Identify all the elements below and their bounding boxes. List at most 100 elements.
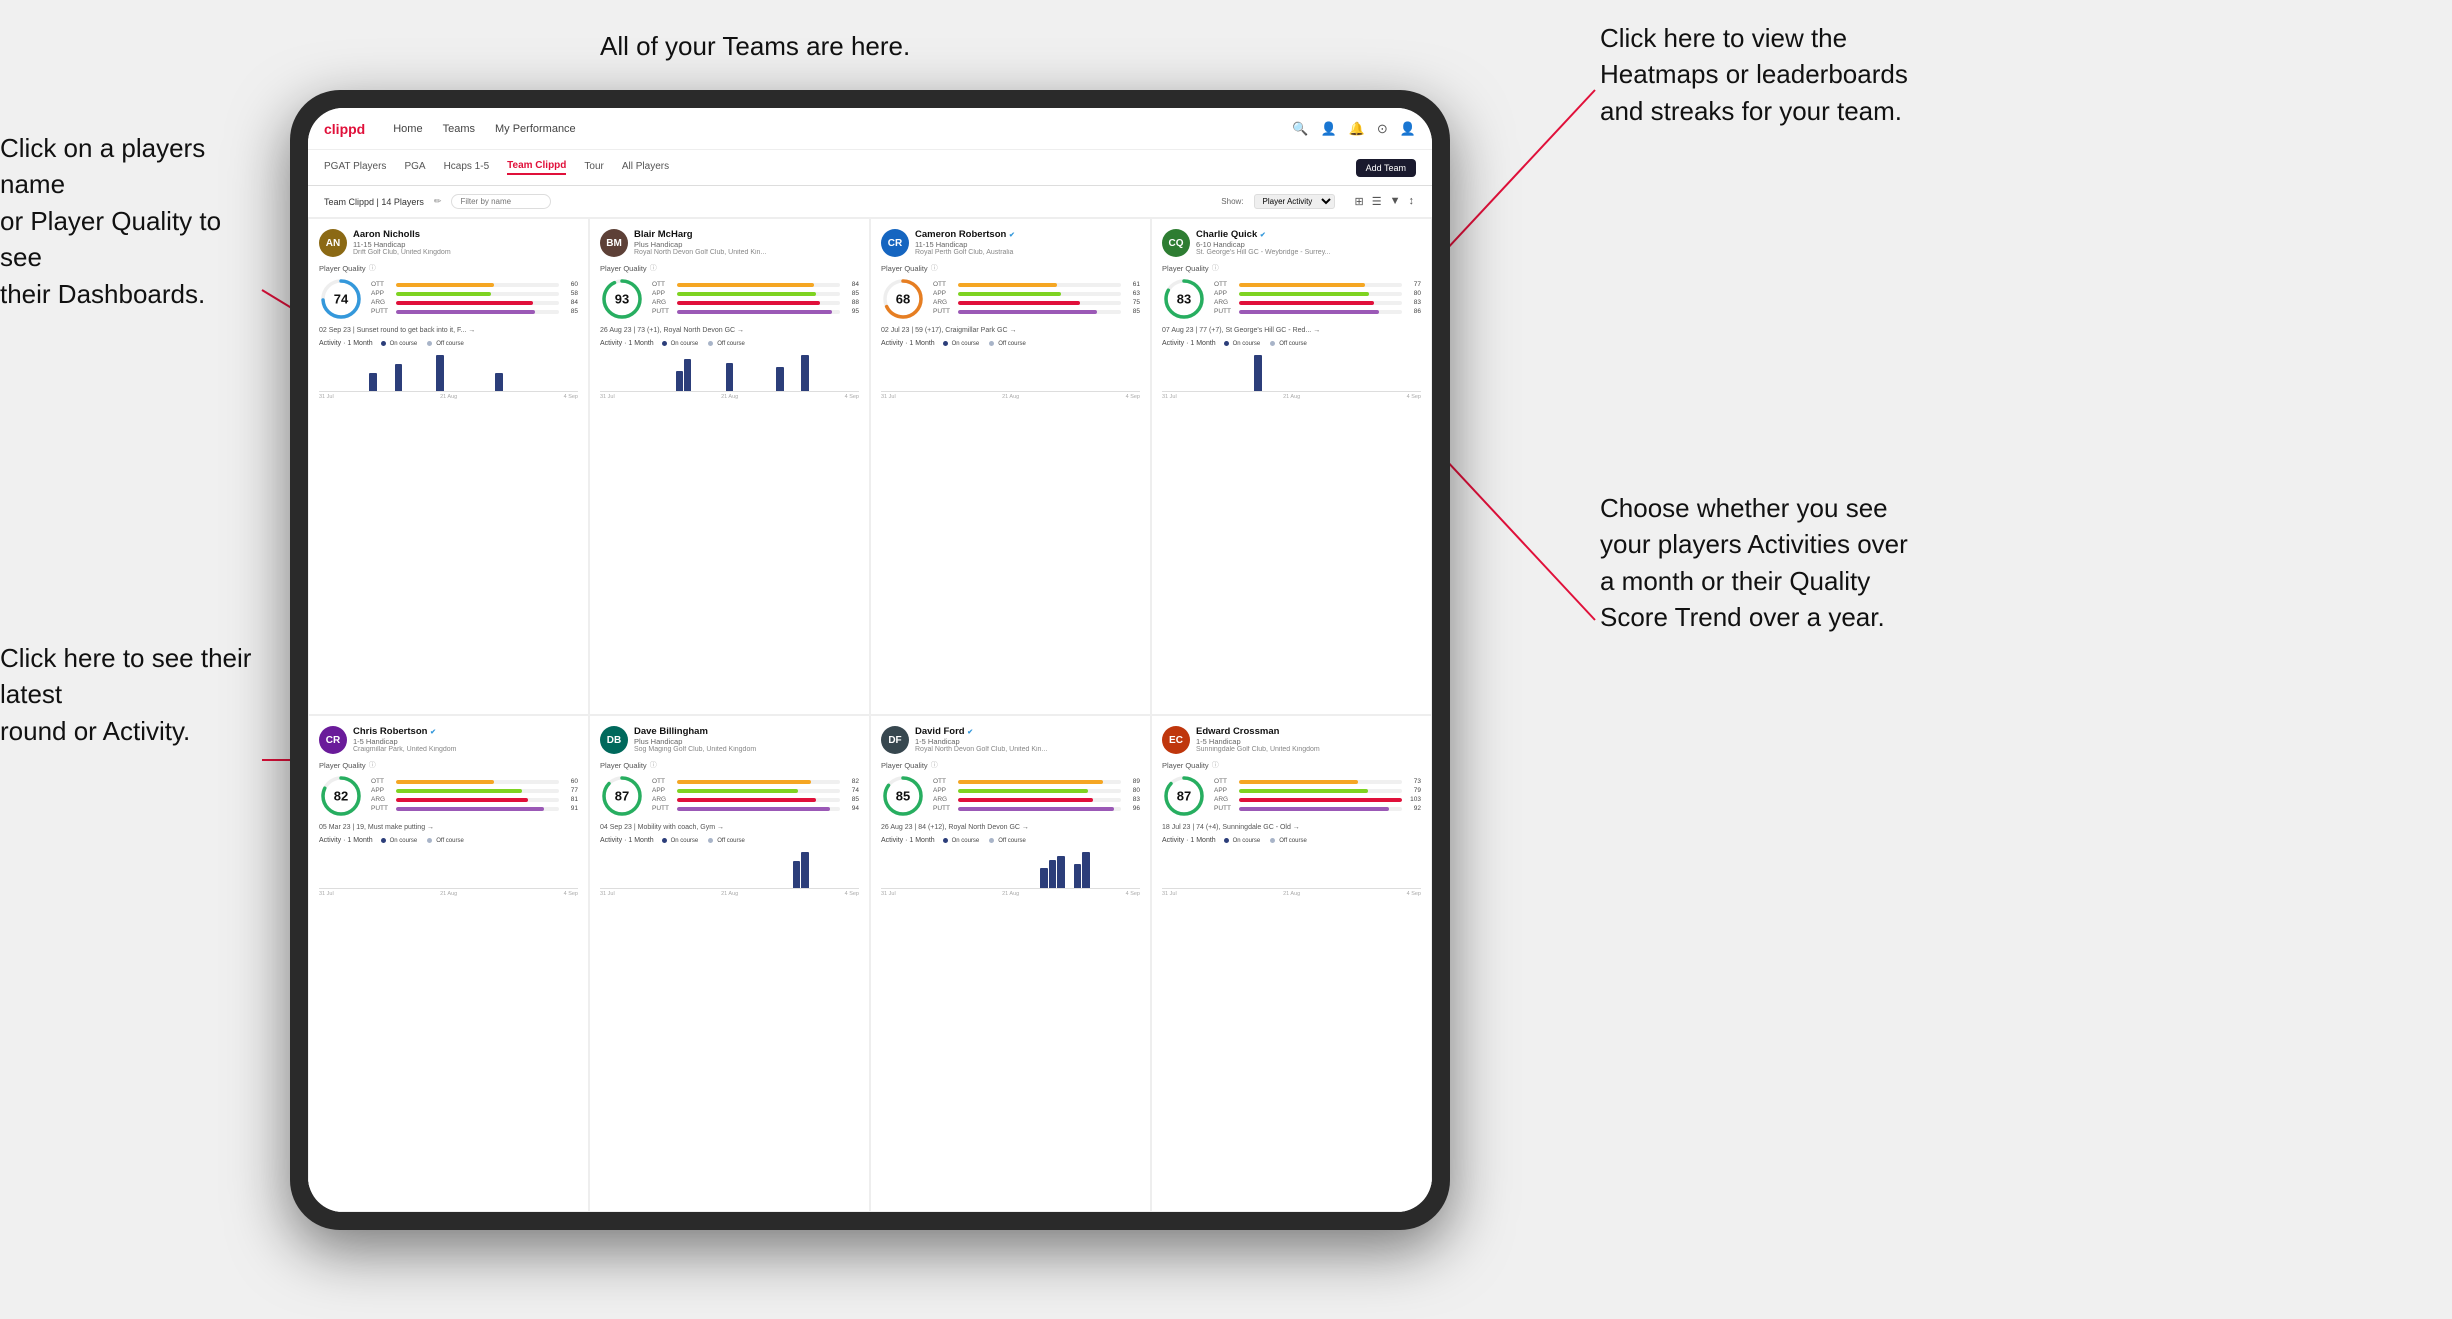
add-team-button[interactable]: Add Team (1356, 159, 1416, 177)
chart-label-end: 4 Sep (1126, 394, 1140, 400)
chart-bar (726, 363, 733, 391)
on-course-label: On course (671, 341, 699, 347)
recent-round[interactable]: 02 Jul 23 | 59 (+17), Craigmillar Park G… (881, 327, 1140, 334)
quality-section[interactable]: 82 OTT 60 APP 77 ARG 81 PUTT (319, 774, 578, 818)
stat-bar-bg (396, 292, 559, 296)
quality-section[interactable]: 87 OTT 73 APP 79 ARG 103 PUTT (1162, 774, 1421, 818)
list-view-icon[interactable]: ☰ (1370, 193, 1384, 210)
recent-round[interactable]: 18 Jul 23 | 74 (+4), Sunningdale GC - Ol… (1162, 824, 1421, 831)
player-club: Sunningdale Golf Club, United Kingdom (1196, 746, 1421, 753)
score-circle[interactable]: 82 (319, 774, 363, 818)
nav-home[interactable]: Home (393, 123, 422, 135)
stat-value: 80 (1405, 290, 1421, 297)
bell-icon[interactable]: 🔔 (1349, 121, 1365, 137)
recent-round[interactable]: 26 Aug 23 | 84 (+12), Royal North Devon … (881, 824, 1140, 831)
quality-label: Player Quality ⓘ (319, 760, 578, 770)
off-course-label: Off course (1279, 838, 1307, 844)
quality-section[interactable]: 74 OTT 60 APP 58 ARG 84 PUTT (319, 277, 578, 321)
nav-performance[interactable]: My Performance (495, 123, 576, 135)
player-card[interactable]: BM Blair McHarg Plus Handicap Royal Nort… (589, 218, 870, 715)
avatar: CR (319, 726, 347, 754)
stat-label: OTT (1214, 778, 1236, 785)
score-circle[interactable]: 68 (881, 277, 925, 321)
chart-label-start: 31 Jul (600, 394, 615, 400)
player-name[interactable]: Charlie Quick ✔ (1196, 229, 1421, 240)
stat-row-putt: PUTT 86 (1214, 308, 1421, 315)
recent-round[interactable]: 26 Aug 23 | 73 (+1), Royal North Devon G… (600, 327, 859, 334)
tab-team-clippd[interactable]: Team Clippd (507, 160, 566, 175)
player-card[interactable]: CQ Charlie Quick ✔ 6-10 Handicap St. Geo… (1151, 218, 1432, 715)
player-card[interactable]: CR Chris Robertson ✔ 1-5 Handicap Craigm… (308, 715, 589, 1212)
player-card[interactable]: AN Aaron Nicholls 11-15 Handicap Drift G… (308, 218, 589, 715)
score-circle[interactable]: 93 (600, 277, 644, 321)
quality-section[interactable]: 83 OTT 77 APP 80 ARG 83 PUTT (1162, 277, 1421, 321)
quality-section[interactable]: 93 OTT 84 APP 85 ARG 88 PUTT (600, 277, 859, 321)
edit-icon[interactable]: ✏ (434, 196, 442, 207)
player-card[interactable]: DB Dave Billingham Plus Handicap Sog Mag… (589, 715, 870, 1212)
tab-pgat[interactable]: PGAT Players (324, 161, 386, 174)
stat-bar (958, 310, 1097, 314)
stat-row-app: APP 63 (933, 290, 1140, 297)
quality-section[interactable]: 68 OTT 61 APP 63 ARG 75 PUTT (881, 277, 1140, 321)
sub-nav: PGAT Players PGA Hcaps 1-5 Team Clippd T… (308, 150, 1432, 186)
filter-icon[interactable]: ▼ (1388, 193, 1403, 210)
score-circle[interactable]: 83 (1162, 277, 1206, 321)
filter-input[interactable] (451, 194, 551, 209)
stats-table: OTT 89 APP 80 ARG 83 PUTT 96 (933, 778, 1140, 814)
stat-bar (958, 780, 1103, 784)
player-card[interactable]: DF David Ford ✔ 1-5 Handicap Royal North… (870, 715, 1151, 1212)
stat-label: ARG (652, 299, 674, 306)
user-icon[interactable]: 👤 (1321, 121, 1337, 137)
player-name[interactable]: Cameron Robertson ✔ (915, 229, 1140, 240)
stats-table: OTT 84 APP 85 ARG 88 PUTT 95 (652, 281, 859, 317)
player-name[interactable]: Blair McHarg (634, 229, 859, 240)
stat-bar-bg (958, 807, 1121, 811)
quality-section[interactable]: 85 OTT 89 APP 80 ARG 83 PUTT (881, 774, 1140, 818)
stat-label: OTT (933, 281, 955, 288)
nav-teams[interactable]: Teams (443, 123, 475, 135)
stat-bar (1239, 292, 1369, 296)
tab-pga[interactable]: PGA (404, 161, 425, 174)
avatar: CR (881, 229, 909, 257)
recent-round[interactable]: 07 Aug 23 | 77 (+7), St George's Hill GC… (1162, 327, 1421, 334)
info-icon: ⓘ (1212, 760, 1219, 770)
off-course-label: Off course (717, 838, 745, 844)
chart-label-end: 4 Sep (845, 891, 859, 897)
chart-label-mid: 21 Aug (1002, 394, 1019, 400)
avatar: BM (600, 229, 628, 257)
recent-round[interactable]: 04 Sep 23 | Mobility with coach, Gym → (600, 824, 859, 831)
tab-hcaps[interactable]: Hcaps 1-5 (444, 161, 490, 174)
show-select[interactable]: Player Activity (1254, 194, 1335, 209)
recent-round[interactable]: 05 Mar 23 | 19, Must make putting → (319, 824, 578, 831)
avatar-icon[interactable]: 👤 (1400, 121, 1416, 137)
score-circle[interactable]: 87 (1162, 774, 1206, 818)
stat-bar-bg (396, 807, 559, 811)
score-circle[interactable]: 74 (319, 277, 363, 321)
mini-chart (319, 847, 578, 889)
player-name[interactable]: Edward Crossman (1196, 726, 1421, 737)
player-name[interactable]: Chris Robertson ✔ (353, 726, 578, 737)
player-info: Chris Robertson ✔ 1-5 Handicap Craigmill… (353, 726, 578, 753)
tab-tour[interactable]: Tour (584, 161, 603, 174)
score-circle[interactable]: 85 (881, 774, 925, 818)
player-name[interactable]: Dave Billingham (634, 726, 859, 737)
off-course-label: Off course (1279, 341, 1307, 347)
player-card[interactable]: EC Edward Crossman 1-5 Handicap Sunningd… (1151, 715, 1432, 1212)
stat-label: APP (371, 290, 393, 297)
player-name[interactable]: David Ford ✔ (915, 726, 1140, 737)
settings-icon[interactable]: ⊙ (1377, 121, 1388, 137)
recent-round[interactable]: 02 Sep 23 | Sunset round to get back int… (319, 327, 578, 334)
tab-all-players[interactable]: All Players (622, 161, 669, 174)
chart-label-end: 4 Sep (1407, 891, 1421, 897)
grid-view-icon[interactable]: ⊞ (1353, 193, 1366, 210)
stat-bar-bg (1239, 798, 1402, 802)
search-icon[interactable]: 🔍 (1292, 121, 1308, 137)
quality-section[interactable]: 87 OTT 82 APP 74 ARG 85 PUTT (600, 774, 859, 818)
player-name[interactable]: Aaron Nicholls (353, 229, 578, 240)
score-circle[interactable]: 87 (600, 774, 644, 818)
sort-icon[interactable]: ↕ (1407, 193, 1417, 210)
chart-label-mid: 21 Aug (1283, 891, 1300, 897)
stat-bar (396, 292, 491, 296)
player-card[interactable]: CR Cameron Robertson ✔ 11-15 Handicap Ro… (870, 218, 1151, 715)
stat-bar (958, 789, 1088, 793)
